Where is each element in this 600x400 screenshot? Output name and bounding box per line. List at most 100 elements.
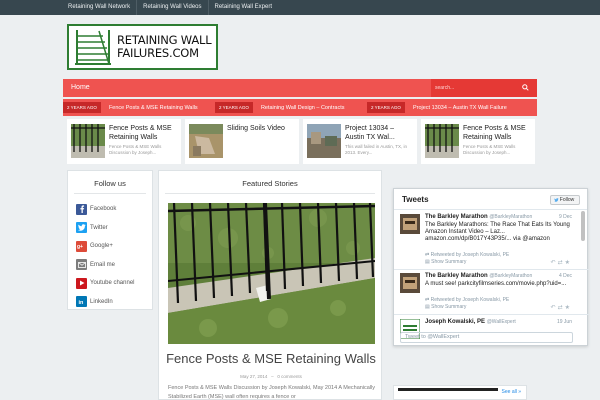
ticker-item[interactable]: 2 YEARS AGO Project 13034 – Austin TX Wa…: [367, 99, 507, 116]
avatar[interactable]: [400, 214, 420, 234]
news-ticker: 2 YEARS AGO Fence Posts & MSE Retaining …: [63, 99, 537, 116]
social-link-label[interactable]: Google+: [90, 243, 113, 249]
tweet-author[interactable]: The Barkley Marathon @BarkleyMarathon: [425, 273, 532, 279]
follow-us-title: Follow us: [94, 179, 126, 188]
post-date: May 27, 2014: [240, 374, 268, 379]
divider: [165, 193, 375, 194]
fence-thumbnail[interactable]: [71, 124, 105, 158]
social-link-youtube[interactable]: Youtube channel: [76, 274, 135, 293]
featured-stories: Featured Stories Fence Posts & MSE Retai…: [158, 170, 382, 400]
retweeted-by-text: Retweeted by Joseph Kowalski, PE: [430, 252, 510, 258]
social-link-email[interactable]: Email me: [76, 256, 135, 275]
related-posts: Fence Posts & MSE Retaining Walls Fence …: [63, 119, 537, 164]
follow-us-widget: Follow us Facebook Twitter g+ Google+ Em…: [67, 170, 153, 310]
fence-thumbnail[interactable]: [425, 124, 459, 158]
ticker-age-badge: 2 YEARS AGO: [215, 102, 253, 113]
retweet-icon[interactable]: ⇄: [558, 305, 565, 311]
tweet-author[interactable]: Joseph Kowalski, PE @WallExpert: [425, 319, 516, 325]
featured-post-excerpt: Fence Posts & MSE Walls Discussion by Jo…: [168, 385, 376, 400]
favorite-icon[interactable]: ★: [565, 305, 572, 311]
divider: [74, 193, 146, 194]
show-summary-link[interactable]: ▤ Show Summary: [425, 259, 466, 265]
top-nav-link-videos[interactable]: Retaining Wall Videos: [137, 0, 209, 15]
tweet-date[interactable]: 19 Jun: [557, 319, 572, 325]
see-all-link[interactable]: See all »: [502, 389, 521, 395]
related-post-excerpt: This wall failed in Austin, TX, in 2013.…: [345, 144, 407, 155]
tweet-author-name[interactable]: Joseph Kowalski, PE: [425, 319, 485, 325]
related-post-title[interactable]: Fence Posts & MSE Retaining Walls: [463, 125, 533, 142]
tweet-text: The Barkley Marathons: The Race That Eat…: [425, 222, 570, 242]
post-comments-link[interactable]: 0 comments: [277, 374, 302, 379]
linkedin-icon[interactable]: in: [76, 296, 87, 308]
social-link-label[interactable]: LinkedIn: [90, 299, 113, 305]
facebook-icon[interactable]: [76, 203, 87, 215]
widget-header-bar: [398, 388, 498, 391]
main-nav: Home: [63, 79, 537, 97]
svg-text:g+: g+: [77, 244, 83, 249]
featured-fence-photo[interactable]: [168, 203, 375, 344]
tweet-author-name[interactable]: The Barkley Marathon: [425, 214, 488, 220]
scrollbar-thumb[interactable]: [581, 211, 585, 241]
show-summary-link[interactable]: ▤ Show Summary: [425, 304, 466, 310]
twitter-bird-icon: [554, 198, 559, 202]
tweets-scrollbar[interactable]: [581, 211, 585, 331]
top-nav-link-network[interactable]: Retaining Wall Network: [63, 0, 138, 15]
wall-failure-thumbnail[interactable]: [307, 124, 341, 158]
retaining-wall-logo-icon: [75, 30, 111, 65]
related-post-title[interactable]: Project 13034 – Austin TX Wal...: [345, 125, 415, 142]
featured-post-meta: May 27, 2014 – 0 comments: [240, 374, 302, 379]
tweet-author-name[interactable]: The Barkley Marathon: [425, 273, 488, 279]
google-plus-icon[interactable]: g+: [76, 240, 87, 252]
search-icon[interactable]: [522, 84, 529, 91]
social-link-label[interactable]: Facebook: [90, 206, 116, 212]
tweet-author[interactable]: The Barkley Marathon @BarkleyMarathon: [425, 214, 532, 220]
search-input[interactable]: [435, 83, 521, 93]
related-post-card[interactable]: Sliding Soils Video: [185, 119, 299, 164]
ticker-title[interactable]: Project 13034 – Austin TX Wall Failure: [413, 105, 507, 111]
ticker-item[interactable]: 2 YEARS AGO Retaining Wall Design – Cont…: [215, 99, 345, 116]
youtube-icon[interactable]: [76, 277, 87, 289]
social-link-twitter[interactable]: Twitter: [76, 219, 135, 238]
tweet-date[interactable]: 4 Dec: [559, 273, 572, 279]
retweeted-by-text: Retweeted by Joseph Kowalski, PE: [430, 297, 510, 303]
email-icon[interactable]: [76, 259, 87, 271]
nav-home-link[interactable]: Home: [71, 79, 90, 97]
ticker-age-badge: 2 YEARS AGO: [367, 102, 405, 113]
reply-icon[interactable]: ↶: [551, 305, 558, 311]
twitter-follow-button[interactable]: Follow: [550, 195, 580, 205]
ticker-item[interactable]: 2 YEARS AGO Fence Posts & MSE Retaining …: [63, 99, 198, 116]
tweet-handle[interactable]: @BarkleyMarathon: [489, 214, 532, 220]
ticker-age-badge: 2 YEARS AGO: [63, 102, 101, 113]
related-post-excerpt: Fence Posts & MSE Walls Discussion by Jo…: [463, 144, 516, 155]
featured-post-title[interactable]: Fence Posts & MSE Retaining Walls: [159, 351, 383, 366]
social-link-label[interactable]: Youtube channel: [90, 280, 135, 286]
twitter-icon[interactable]: [76, 222, 87, 234]
reply-icon[interactable]: ↶: [551, 260, 558, 266]
favorite-icon[interactable]: ★: [565, 260, 572, 266]
social-link-label[interactable]: Twitter: [90, 225, 108, 231]
ticker-title[interactable]: Retaining Wall Design – Contracts: [261, 105, 345, 111]
tweet-handle[interactable]: @WallExpert: [487, 319, 516, 325]
social-link-facebook[interactable]: Facebook: [76, 200, 135, 219]
related-post-card[interactable]: Fence Posts & MSE Retaining Walls Fence …: [421, 119, 535, 164]
sliding-soil-thumbnail[interactable]: [189, 124, 223, 158]
divider: [394, 314, 589, 315]
retweet-icon[interactable]: ⇄: [558, 260, 565, 266]
related-post-card[interactable]: Fence Posts & MSE Retaining Walls Fence …: [67, 119, 181, 164]
show-summary-text[interactable]: Show Summary: [431, 304, 466, 310]
avatar[interactable]: [400, 273, 420, 293]
show-summary-text[interactable]: Show Summary: [431, 259, 466, 265]
svg-text:in: in: [78, 300, 84, 305]
site-logo[interactable]: RETAINING WALL FAILURES.COM: [67, 24, 218, 70]
related-post-title[interactable]: Sliding Soils Video: [227, 125, 297, 134]
social-link-label[interactable]: Email me: [90, 262, 115, 268]
ticker-title[interactable]: Fence Posts & MSE Retaining Walls: [109, 105, 198, 111]
tweet-compose-input[interactable]: Tweet to @WallExpert: [400, 332, 573, 343]
social-link-linkedin[interactable]: in LinkedIn: [76, 293, 135, 312]
tweet-handle[interactable]: @BarkleyMarathon: [489, 273, 532, 279]
social-link-google-plus[interactable]: g+ Google+: [76, 237, 135, 256]
top-nav-link-expert[interactable]: Retaining Wall Expert: [209, 0, 278, 15]
related-post-title[interactable]: Fence Posts & MSE Retaining Walls: [109, 125, 179, 142]
related-post-card[interactable]: Project 13034 – Austin TX Wal... This wa…: [303, 119, 417, 164]
tweet-date[interactable]: 9 Dec: [559, 214, 572, 220]
